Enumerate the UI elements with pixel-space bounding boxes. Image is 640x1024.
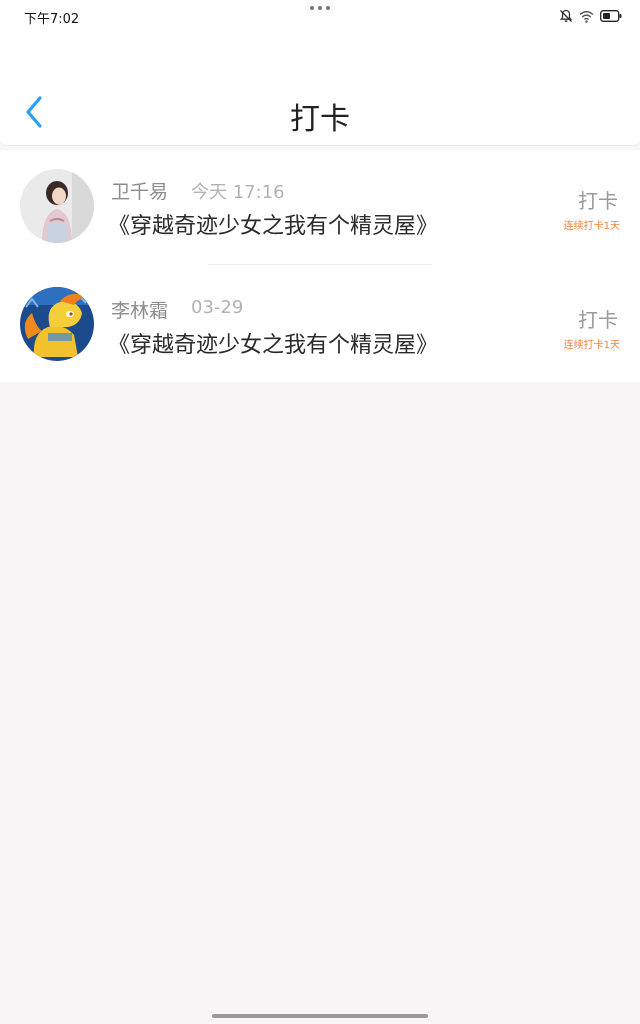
book-title[interactable]: 《穿越奇迹少女之我有个精灵屋》 <box>108 327 438 359</box>
checkin-button[interactable]: 打卡 <box>578 304 618 333</box>
status-icons <box>559 8 622 24</box>
status-bar: 下午7:02 <box>0 0 640 32</box>
list-item[interactable]: 卫千易 今天 17:16 《穿越奇迹少女之我有个精灵屋》 打卡 连续打卡1天 <box>0 150 640 266</box>
battery-icon <box>600 10 622 22</box>
avatar[interactable] <box>20 287 94 361</box>
avatar-image <box>20 287 94 361</box>
user-name: 李林霜 <box>111 300 169 322</box>
divider <box>208 264 432 265</box>
user-name: 卫千易 <box>111 181 169 203</box>
book-title[interactable]: 《穿越奇迹少女之我有个精灵屋》 <box>108 208 438 240</box>
home-indicator[interactable] <box>212 1014 428 1018</box>
header: 打卡 <box>0 32 640 146</box>
avatar-image <box>20 169 94 243</box>
post-time: 03-29 <box>191 297 244 318</box>
streak-badge: 连续打卡1天 <box>563 340 620 351</box>
status-time: 下午7:02 <box>24 12 80 27</box>
list-item[interactable]: 李林霜 03-29 《穿越奇迹少女之我有个精灵屋》 打卡 连续打卡1天 <box>0 268 640 384</box>
avatar[interactable] <box>20 169 94 243</box>
mute-bell-icon <box>559 9 573 22</box>
checkin-list: 卫千易 今天 17:16 《穿越奇迹少女之我有个精灵屋》 打卡 连续打卡1天 李… <box>0 150 640 382</box>
more-dots-icon <box>310 6 330 10</box>
post-time: 今天 17:16 <box>191 182 285 203</box>
streak-badge: 连续打卡1天 <box>563 221 620 232</box>
page-title: 打卡 <box>290 102 350 137</box>
wifi-icon <box>579 10 594 23</box>
checkin-button[interactable]: 打卡 <box>578 185 618 214</box>
